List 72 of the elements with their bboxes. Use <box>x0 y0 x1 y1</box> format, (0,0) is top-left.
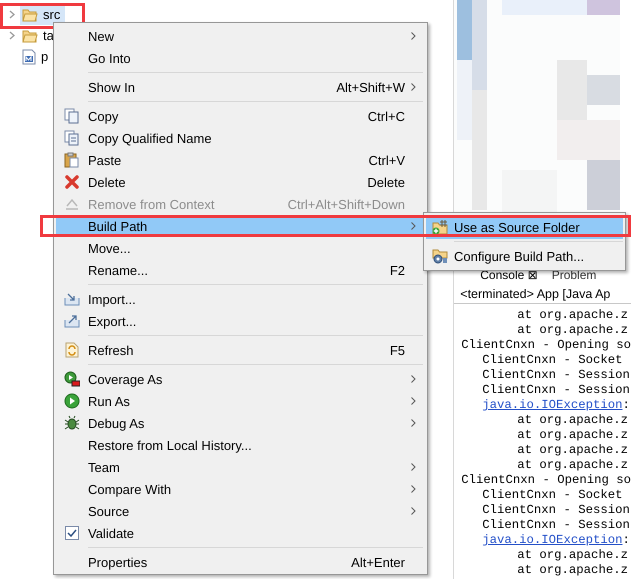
shortcut-text: Ctrl+Alt+Shift+Down <box>288 196 405 212</box>
console-line: at org.apache.z <box>517 323 628 337</box>
folder-icon <box>22 8 38 22</box>
exception-link[interactable]: java.io.IOException <box>482 398 622 412</box>
console-line: ClientCnxn - Opening so <box>461 473 631 487</box>
shortcut-text: Ctrl+C <box>368 108 405 124</box>
console-line: ClientCnxn - Session <box>482 383 630 397</box>
document-icon <box>22 48 36 64</box>
remove-icon <box>65 198 79 210</box>
menu-item[interactable]: Team <box>56 456 425 478</box>
gear-icon <box>431 248 449 264</box>
tray-icon <box>64 314 80 328</box>
menu-item[interactable]: New <box>56 25 425 47</box>
menu-item[interactable]: Rename... F2 <box>56 259 425 281</box>
console-line: ClientCnxn - Socket <box>482 353 622 367</box>
console-line: at org.apache.z <box>517 428 628 442</box>
console-tab[interactable]: Console ⊠ <box>480 268 538 284</box>
menu-item[interactable]: Copy Qualified Name <box>56 127 425 149</box>
checkbox-icon <box>64 525 80 541</box>
console-line: ClientCnxn - Session <box>482 368 630 382</box>
tray-icon <box>64 292 80 306</box>
menu-item[interactable]: Move... <box>56 237 425 259</box>
menu-item[interactable]: Source <box>56 500 425 522</box>
menu-item[interactable]: Restore from Local History... <box>56 434 425 456</box>
coverage-icon <box>64 371 80 387</box>
menu-item[interactable]: Import... <box>56 288 425 310</box>
folder-icon <box>431 219 449 235</box>
console-line: ClientCnxn - Session <box>482 503 630 517</box>
menu-item[interactable]: Go Into <box>56 47 425 69</box>
shortcut-text: Delete <box>367 174 405 190</box>
folder-icon <box>22 28 38 42</box>
shortcut-text: Ctrl+V <box>368 152 405 168</box>
console-line: at org.apache.z <box>517 548 628 562</box>
console-line: at org.apache.z <box>517 563 628 577</box>
tree-item[interactable]: ta <box>20 26 59 46</box>
console-line: ClientCnxn - Opening so <box>461 338 631 352</box>
menu-item[interactable]: Compare With <box>56 478 425 500</box>
console-line: at org.apache.z <box>517 308 628 322</box>
bug-icon <box>64 415 80 431</box>
console-text: : <box>622 398 630 412</box>
menu-item[interactable]: Validate <box>56 522 425 544</box>
shortcut-text: Alt+Enter <box>351 554 405 570</box>
menu-item[interactable]: Show In Alt+Shift+W <box>56 76 425 98</box>
shortcut-text: Alt+Shift+W <box>336 80 405 94</box>
delete-icon <box>64 174 80 190</box>
exception-link[interactable]: java.io.IOException <box>482 533 622 547</box>
clipboard-icon <box>64 152 80 168</box>
menu-item[interactable]: Debug As <box>56 412 425 434</box>
menu-item[interactable]: Refresh F5 <box>56 339 425 361</box>
shortcut-text: F5 <box>390 342 405 358</box>
shortcut-text: F2 <box>390 262 405 278</box>
menu-item[interactable]: Copy Ctrl+C <box>56 105 425 127</box>
console-text: : <box>622 533 630 547</box>
copy-icon <box>64 108 80 124</box>
tree-item[interactable]: p <box>20 46 54 66</box>
menu-item[interactable]: Export... <box>56 310 425 332</box>
refresh-icon <box>64 342 80 358</box>
menu-item[interactable]: Properties Alt+Enter <box>56 551 425 573</box>
console-line: ClientCnxn - Session <box>482 518 630 532</box>
menu-item[interactable]: Configure Build Path... <box>426 244 623 268</box>
menu-item[interactable]: Delete Delete <box>56 171 425 193</box>
console-title: <terminated> App [Java Ap <box>454 284 631 304</box>
console-line: ClientCnxn - Socket <box>482 488 622 502</box>
console-line: at org.apache.z <box>517 413 628 427</box>
menu-item[interactable]: Paste Ctrl+V <box>56 149 425 171</box>
console-line: at org.apache.z <box>517 443 628 457</box>
menu-item[interactable]: Coverage As <box>56 368 425 390</box>
console-tab[interactable]: Problem <box>552 268 596 284</box>
console-line: at org.apache.z <box>517 458 628 472</box>
play-icon <box>64 393 80 409</box>
menu-item[interactable]: Run As <box>56 390 425 412</box>
copy-icon <box>64 130 80 146</box>
